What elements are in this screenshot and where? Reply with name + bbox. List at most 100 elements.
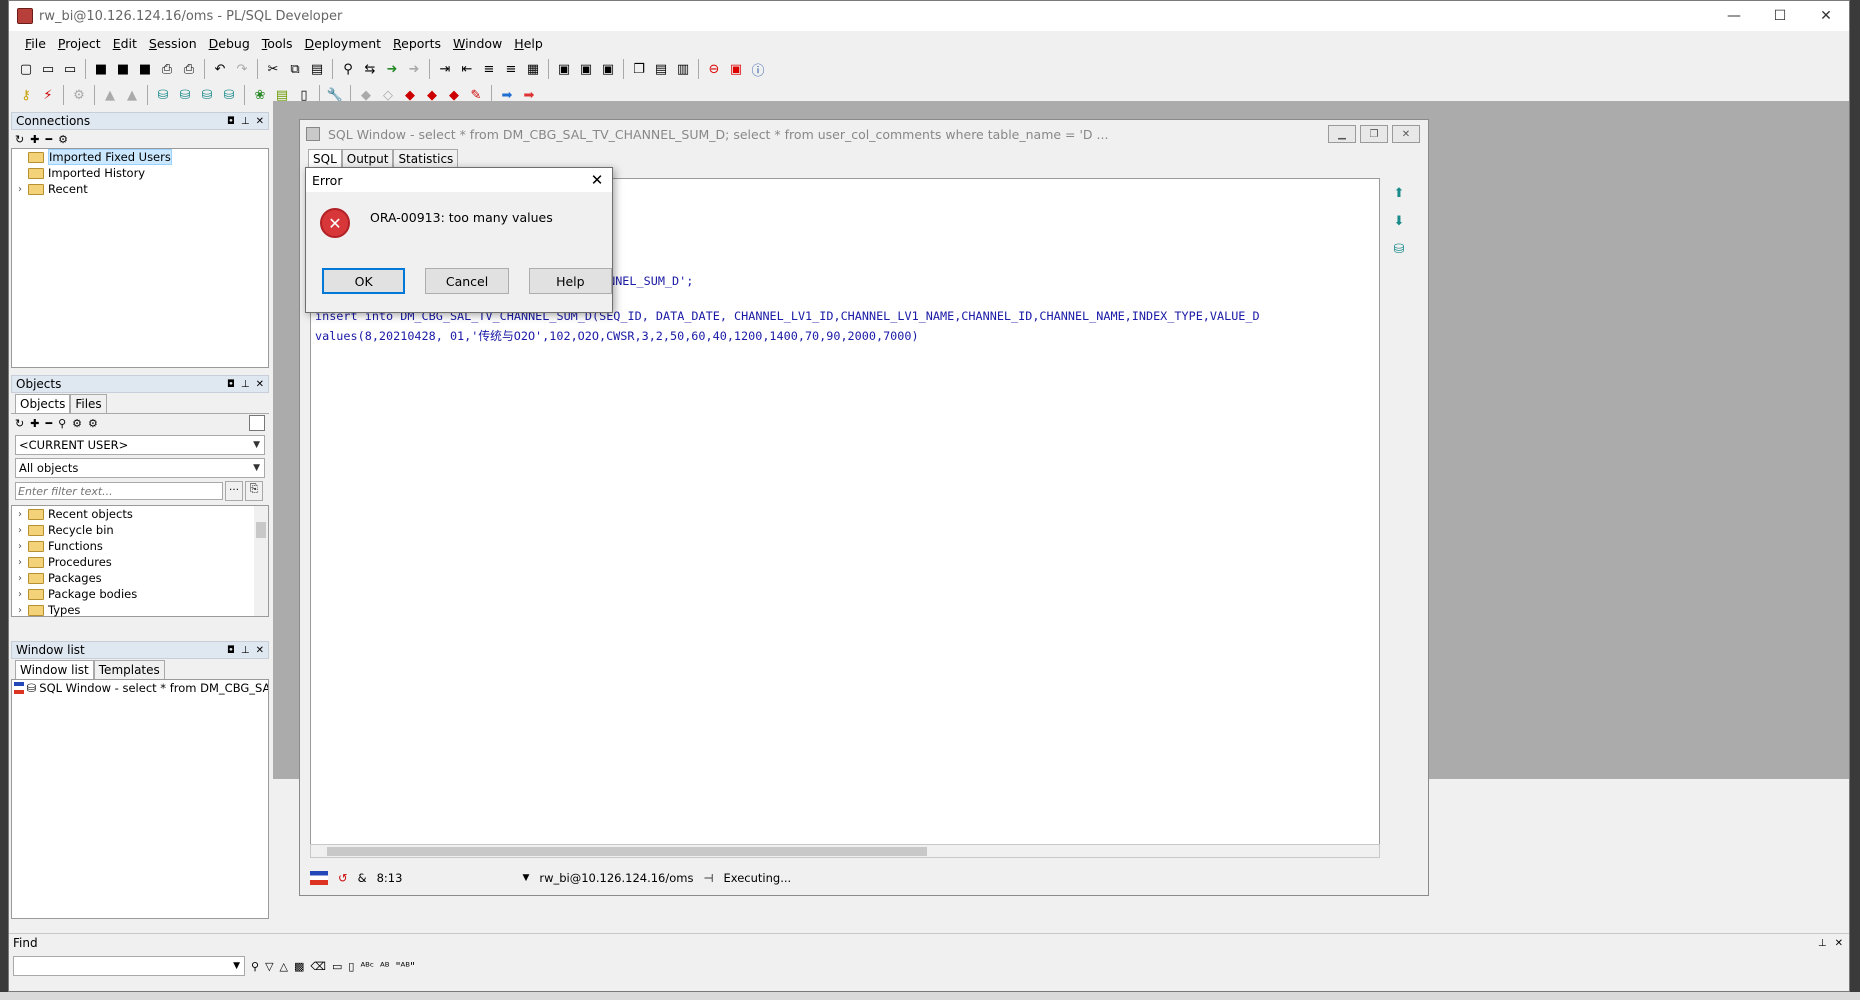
window-list-icon[interactable]: ▣ (577, 60, 595, 78)
tree-item-package-bodies[interactable]: › Package bodies (12, 586, 268, 602)
indent-icon[interactable]: ⇥ (436, 60, 454, 78)
add-icon[interactable]: ✚ (30, 417, 39, 430)
format-icon[interactable]: ▦ (524, 60, 542, 78)
sql-restore-button[interactable]: ❐ (1360, 125, 1388, 143)
highlight-icon[interactable]: ▩ (294, 960, 304, 973)
tree-item-types[interactable]: › Types (12, 602, 268, 618)
remove-icon[interactable]: ━ (45, 133, 52, 146)
database-edit-icon[interactable]: ⛁ (220, 86, 238, 104)
add-icon[interactable]: ✚ (30, 133, 39, 146)
float-icon[interactable]: ◘ (227, 379, 235, 390)
find-previous-icon[interactable]: △ (280, 960, 288, 973)
menu-deployment[interactable]: Deployment (299, 36, 387, 51)
tile-vertical-icon[interactable]: ▥ (674, 60, 692, 78)
unindent-icon[interactable]: ⇤ (458, 60, 476, 78)
sql-minimize-button[interactable]: ▁ (1328, 125, 1356, 143)
tree-item-imported-fixed-users[interactable]: Imported Fixed Users (12, 149, 268, 165)
tree-item-recent[interactable]: › Recent (12, 181, 268, 197)
filter-edit-icon[interactable]: ⚙ (88, 417, 98, 430)
window-list-item[interactable]: ⛁ SQL Window - select * from DM_CBG_SAL (12, 680, 268, 696)
expand-icon[interactable]: › (18, 184, 28, 195)
clear-icon[interactable]: ⌫ (310, 960, 326, 973)
save-icon[interactable]: ■ (92, 60, 110, 78)
minimize-button[interactable]: — (1711, 1, 1757, 31)
undo-icon[interactable]: ↶ (211, 60, 229, 78)
toggle-checkbox[interactable] (249, 415, 265, 431)
goto-icon[interactable]: ➜ (383, 60, 401, 78)
arrow-up-icon[interactable]: ⬆ (1390, 186, 1408, 202)
print-preview-icon[interactable]: ⎙ (180, 60, 198, 78)
whole-word-icon[interactable]: ᴬᴮ (380, 960, 390, 973)
tree-item-procedures[interactable]: › Procedures (12, 554, 268, 570)
find-next-icon[interactable]: ▽ (265, 960, 273, 973)
menu-session[interactable]: Session (143, 36, 203, 51)
key-icon[interactable]: ⚷ (17, 86, 35, 104)
navigate-icon[interactable]: ➜ (405, 60, 423, 78)
menu-reports[interactable]: Reports (387, 36, 447, 51)
print-icon[interactable]: ⎙ (158, 60, 176, 78)
cancel-button[interactable]: Cancel (425, 268, 509, 294)
pin-icon[interactable]: ⊥ (1818, 938, 1827, 949)
pin-icon[interactable]: ⊥ (241, 116, 250, 127)
redo-icon[interactable]: ↷ (233, 60, 251, 78)
tree-item-recycle-bin[interactable]: › Recycle bin (12, 522, 268, 538)
replace-icon[interactable]: ⇆ (361, 60, 379, 78)
cut-icon[interactable]: ✂ (264, 60, 282, 78)
menu-help[interactable]: Help (508, 36, 549, 51)
cascade-icon[interactable]: ❐ (630, 60, 648, 78)
document-icon[interactable]: ▯ (348, 960, 354, 973)
menu-file[interactable]: File (19, 36, 52, 51)
help-button[interactable]: Help (528, 268, 612, 294)
pdf-icon[interactable]: ▣ (727, 60, 745, 78)
commit-icon[interactable]: ▲ (101, 86, 119, 104)
float-icon[interactable]: ◘ (227, 645, 235, 656)
properties-icon[interactable]: ⚙ (58, 133, 68, 146)
chevron-down-icon[interactable]: ▼ (522, 873, 529, 883)
arrow-down-icon[interactable]: ⬇ (1390, 214, 1408, 230)
filter-input[interactable] (15, 482, 223, 500)
maximize-button[interactable]: ☐ (1757, 1, 1803, 31)
tab-statistics[interactable]: Statistics (393, 149, 459, 168)
comment-icon[interactable]: ≡ (480, 60, 498, 78)
connect-icon[interactable]: ⚡ (39, 86, 57, 104)
panel-close-icon[interactable]: ✕ (256, 645, 264, 656)
menu-project[interactable]: Project (52, 36, 107, 51)
sql-close-button[interactable]: ✕ (1392, 125, 1420, 143)
save-as-icon[interactable]: ■ (114, 60, 132, 78)
panel-close-icon[interactable]: ✕ (256, 379, 264, 390)
tab-files[interactable]: Files (70, 394, 107, 413)
database-icon[interactable]: ⛁ (154, 86, 172, 104)
tree-item-recent-objects[interactable]: › Recent objects (12, 506, 268, 522)
refresh-icon[interactable]: ↻ (15, 133, 24, 146)
open-icon[interactable]: ▭ (39, 60, 57, 78)
info-icon[interactable]: ⓘ (749, 60, 767, 79)
filter-apply-icon[interactable]: ⎘ (245, 481, 263, 501)
tab-templates[interactable]: Templates (93, 660, 165, 679)
tile-horizontal-icon[interactable]: ▤ (652, 60, 670, 78)
refresh-icon[interactable]: ↻ (15, 417, 24, 430)
pin-icon[interactable]: ⊥ (241, 645, 250, 656)
user-select[interactable]: <CURRENT USER> ▼ (15, 435, 265, 455)
database-icon[interactable]: ⛁ (1390, 242, 1408, 258)
tab-objects[interactable]: Objects (15, 394, 71, 413)
rollback-icon[interactable]: ▲ (123, 86, 141, 104)
find-icon[interactable]: ⚲ (58, 417, 66, 430)
object-type-select[interactable]: All objects ▼ (15, 458, 265, 478)
uncomment-icon[interactable]: ≡ (502, 60, 520, 78)
stop-icon[interactable]: ⊖ (705, 60, 723, 78)
tree-item-imported-history[interactable]: Imported History (12, 165, 268, 181)
close-button[interactable]: ✕ (1803, 1, 1849, 31)
settings-icon[interactable]: ⚙ (70, 86, 88, 104)
tree-item-functions[interactable]: › Functions (12, 538, 268, 554)
window-tile-icon[interactable]: ▣ (599, 60, 617, 78)
ok-button[interactable]: OK (322, 268, 406, 294)
tab-output[interactable]: Output (341, 149, 394, 168)
tab-window-list[interactable]: Window list (15, 660, 94, 679)
save-all-icon[interactable]: ■ (136, 60, 154, 78)
paste-icon[interactable]: ▤ (308, 60, 326, 78)
menu-edit[interactable]: Edit (107, 36, 143, 51)
filter-options-button[interactable]: … (225, 481, 243, 501)
open-recent-icon[interactable]: ▭ (61, 60, 79, 78)
find-icon[interactable]: ⚲ (251, 960, 259, 973)
float-icon[interactable]: ◘ (227, 116, 235, 127)
